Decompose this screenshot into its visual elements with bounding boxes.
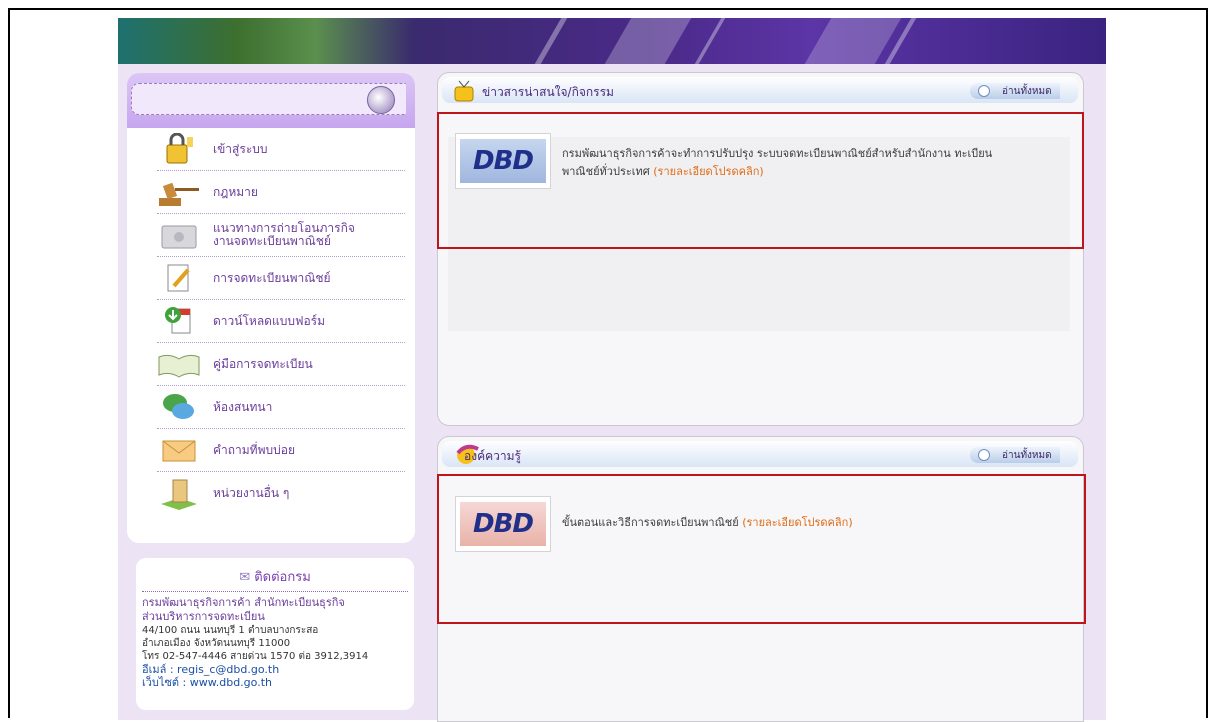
sidebar-item-label: คู่มือการจดทะเบียน bbox=[213, 356, 313, 371]
download-icon bbox=[157, 304, 201, 338]
news-read-all-button[interactable]: อ่านทั้งหมด bbox=[970, 83, 1060, 99]
envelope-icon bbox=[157, 433, 201, 467]
sidebar-item-label: เข้าสู่ระบบ bbox=[213, 141, 268, 156]
sidebar-item-label: ดาวน์โหลดแบบฟอร์ม bbox=[213, 313, 326, 328]
contact-org-line-1: กรมพัฒนาธุรกิจการค้า สำนักทะเบียนธุรกิจ bbox=[142, 596, 345, 609]
knowledge-item-title: ขั้นตอนและวิธีการจดทะเบียนพาณิชย์ bbox=[562, 516, 739, 529]
sidebar-item-label: กฎหมาย bbox=[213, 184, 258, 199]
divider bbox=[142, 591, 408, 592]
dbd-logo: DBD bbox=[460, 139, 546, 183]
lock-icon bbox=[157, 132, 201, 166]
chat-icon bbox=[157, 390, 201, 424]
dbd-logo: DBD bbox=[460, 502, 546, 546]
knowledge-item-detail-link[interactable]: (รายละเอียดโปรดคลิก) bbox=[742, 516, 852, 529]
header-banner bbox=[118, 18, 1106, 64]
label-line-2: งานจดทะเบียนพาณิชย์ bbox=[213, 234, 331, 248]
read-all-label: อ่านทั้งหมด bbox=[1002, 85, 1052, 97]
arrow-circle-icon bbox=[978, 85, 990, 97]
sidebar-item-label: การจดทะเบียนพาณิชย์ bbox=[213, 270, 331, 285]
sidebar-item-transfer-guideline[interactable]: แนวทางการถ่ายโอนภารกิจ งานจดทะเบียนพาณิช… bbox=[157, 214, 405, 257]
contact-address-line-1: 44/100 ถนน นนทบุรี 1 ตำบลบางกระสอ bbox=[142, 625, 319, 636]
circle-button-icon[interactable] bbox=[367, 86, 395, 114]
knowledge-item-text: ขั้นตอนและวิธีการจดทะเบียนพาณิชย์ (รายละ… bbox=[562, 514, 1052, 532]
contact-title: ✉ ติดต่อกรม bbox=[136, 566, 414, 587]
sidebar-item-label: หน่วยงานอื่น ๆ bbox=[213, 485, 290, 500]
read-all-label: อ่านทั้งหมด bbox=[1002, 449, 1052, 461]
arrow-circle-icon bbox=[978, 449, 990, 461]
sidebar-item-label: แนวทางการถ่ายโอนภารกิจ งานจดทะเบียนพาณิช… bbox=[213, 222, 355, 248]
building-icon bbox=[157, 476, 201, 510]
sidebar-item-faq[interactable]: คำถามที่พบบ่อย bbox=[157, 429, 405, 472]
contact-title-text: ติดต่อกรม bbox=[254, 570, 311, 585]
news-item-text-line-1: กรมพัฒนาธุรกิจการค้าจะทำการปรับปรุง ระบบ… bbox=[562, 147, 993, 160]
contact-website-link[interactable]: เว็บไซต์ : www.dbd.go.th bbox=[136, 676, 414, 689]
sidebar: เข้าสู่ระบบ กฎหมาย แนวทางการถ่ายโอนภารกิ… bbox=[127, 73, 415, 543]
sidebar-item-other-agencies[interactable]: หน่วยงานอื่น ๆ bbox=[157, 472, 405, 514]
contact-address-line-2: อำเภอเมือง จังหวัดนนทบุรี 11000 bbox=[142, 638, 291, 649]
news-item-thumbnail[interactable]: DBD bbox=[455, 133, 551, 189]
label-line-1: แนวทางการถ่ายโอนภารกิจ bbox=[213, 221, 355, 235]
sidebar-item-law[interactable]: กฎหมาย bbox=[157, 171, 405, 214]
news-item-text-line-2: พาณิชย์ทั่วประเทศ bbox=[562, 165, 650, 178]
sidebar-header-tab bbox=[131, 83, 406, 115]
book-icon bbox=[157, 347, 201, 381]
contact-phone: โทร 02-547-4446 สายด่วน 1570 ต่อ 3912,39… bbox=[142, 651, 369, 662]
contact-box: ✉ ติดต่อกรม กรมพัฒนาธุรกิจการค้า สำนักทะ… bbox=[136, 558, 414, 710]
news-item-text: กรมพัฒนาธุรกิจการค้าจะทำการปรับปรุง ระบบ… bbox=[562, 145, 1052, 181]
sidebar-item-label: คำถามที่พบบ่อย bbox=[213, 442, 295, 457]
sidebar-item-chat-room[interactable]: ห้องสนทนา bbox=[157, 386, 405, 429]
news-panel-header: ข่าวสารน่าสนใจ/กิจกรรม อ่านทั้งหมด bbox=[442, 77, 1078, 103]
sidebar-item-registration[interactable]: การจดทะเบียนพาณิชย์ bbox=[157, 257, 405, 300]
mail-icon: ✉ bbox=[239, 570, 251, 585]
sidebar-item-login[interactable]: เข้าสู่ระบบ bbox=[157, 128, 405, 171]
contact-org-line-2: ส่วนบริหารการจดทะเบียน bbox=[142, 610, 265, 623]
tv-icon bbox=[452, 79, 476, 107]
news-item-detail-link[interactable]: (รายละเอียดโปรดคลิก) bbox=[653, 165, 763, 178]
knowledge-read-all-button[interactable]: อ่านทั้งหมด bbox=[970, 447, 1060, 463]
sidebar-item-label: ห้องสนทนา bbox=[213, 399, 273, 414]
gavel-icon bbox=[157, 175, 201, 209]
sidebar-item-manual[interactable]: คู่มือการจดทะเบียน bbox=[157, 343, 405, 386]
news-panel-title: ข่าวสารน่าสนใจ/กิจกรรม bbox=[482, 85, 614, 99]
contact-email-link[interactable]: อีเมล์ : regis_c@dbd.go.th bbox=[136, 663, 414, 676]
knowledge-panel-header: องค์ความรู้ อ่านทั้งหมด bbox=[442, 441, 1078, 467]
knowledge-panel-title: องค์ความรู้ bbox=[464, 449, 521, 463]
sidebar-header bbox=[127, 73, 415, 128]
folder-gear-icon bbox=[157, 218, 201, 252]
sidebar-menu: เข้าสู่ระบบ กฎหมาย แนวทางการถ่ายโอนภารกิ… bbox=[157, 128, 405, 514]
knowledge-item-thumbnail[interactable]: DBD bbox=[455, 496, 551, 552]
sidebar-item-download-forms[interactable]: ดาวน์โหลดแบบฟอร์ม bbox=[157, 300, 405, 343]
document-edit-icon bbox=[157, 261, 201, 295]
